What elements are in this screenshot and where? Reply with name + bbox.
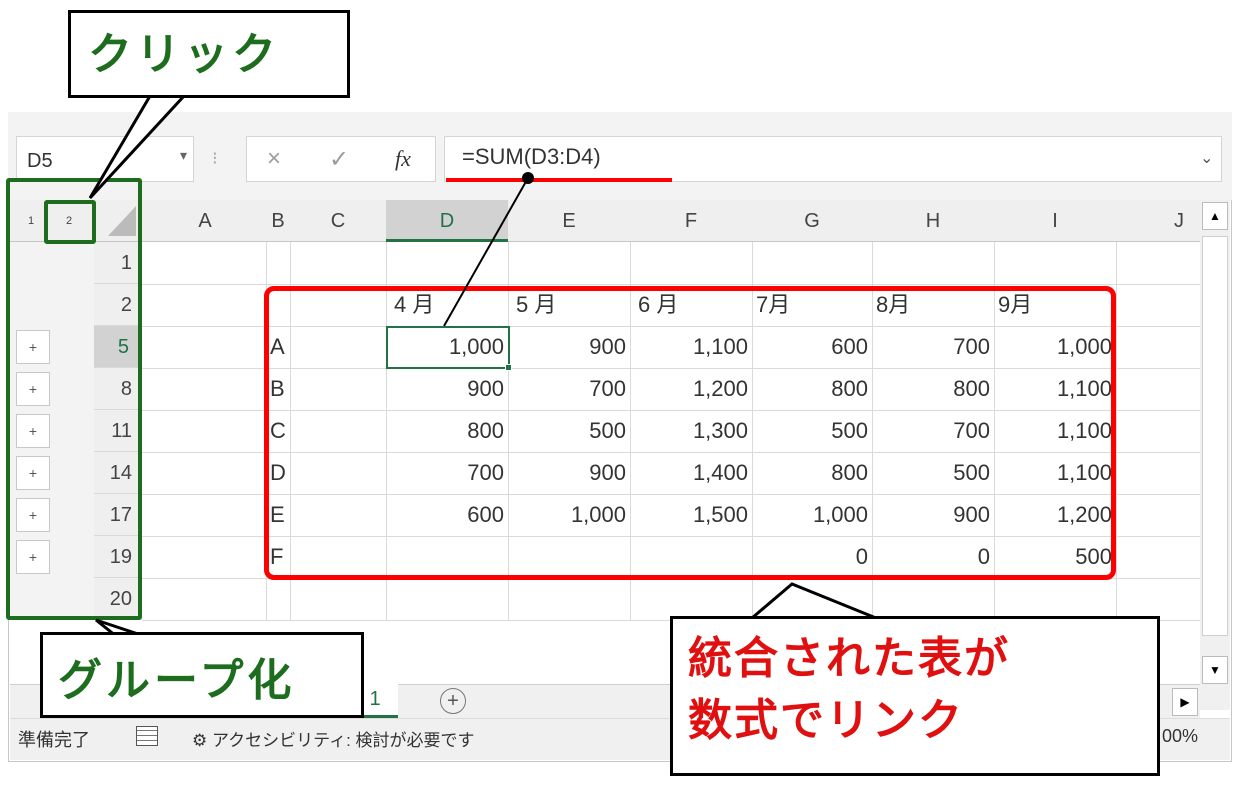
formula-link-dot xyxy=(522,172,534,184)
click-callout-pointer xyxy=(88,94,188,200)
formula-link-line xyxy=(443,177,529,327)
group-callout-text: グループ化 xyxy=(58,656,296,705)
linked-callout-line1: 統合された表が xyxy=(688,634,1010,683)
linked-callout-line2: 数式でリンク xyxy=(688,696,964,745)
click-callout-text: クリック xyxy=(88,30,280,79)
linked-callout-pointer xyxy=(747,582,877,620)
